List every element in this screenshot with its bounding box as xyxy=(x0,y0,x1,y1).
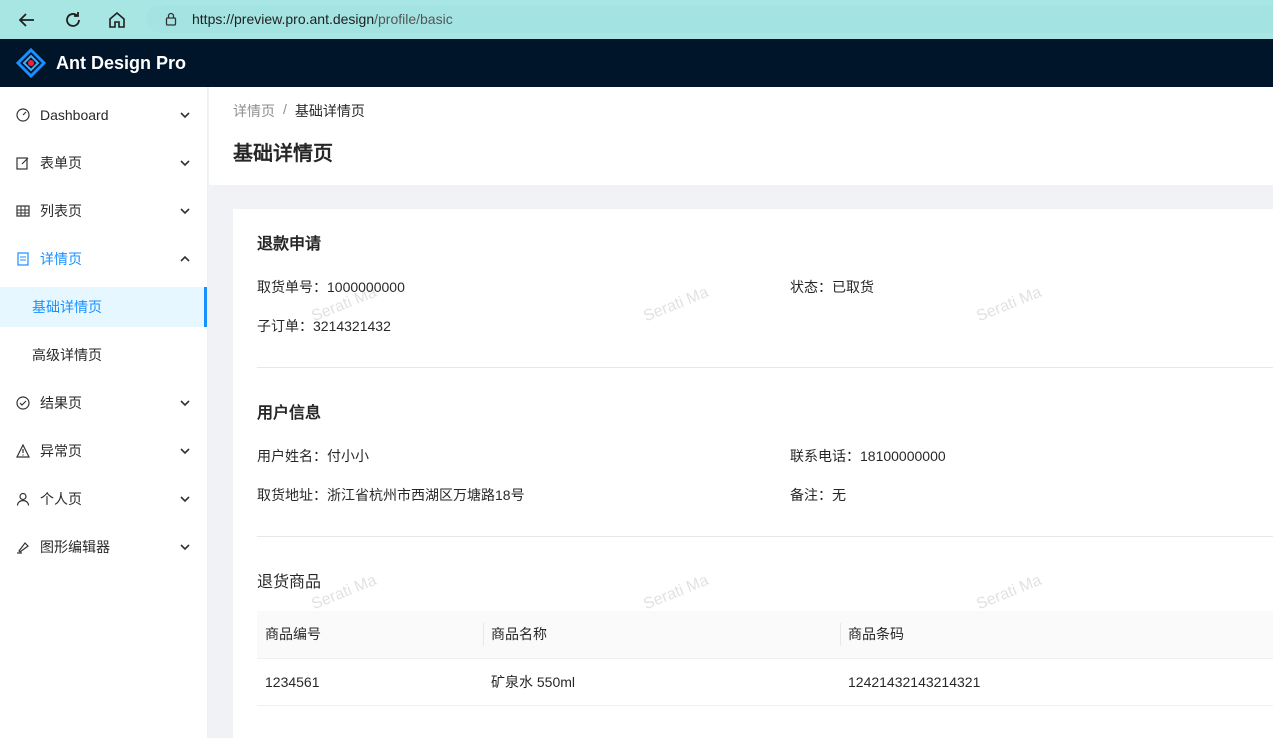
home-button[interactable] xyxy=(102,5,132,35)
sidebar-subitem-basic-profile[interactable]: 基础详情页 xyxy=(0,287,207,327)
sidebar-item-result[interactable]: 结果页 xyxy=(0,383,207,423)
back-button[interactable] xyxy=(12,5,42,35)
sidebar-item-exception[interactable]: 异常页 xyxy=(0,431,207,471)
chevron-down-icon xyxy=(180,160,190,167)
column-header-goods-barcode: 商品条码 xyxy=(840,611,1273,659)
page-header: 详情页 / 基础详情页 基础详情页 xyxy=(209,87,1273,185)
breadcrumb-separator: / xyxy=(283,101,287,117)
url-host: https://preview.pro.ant.design xyxy=(192,11,375,27)
sidebar-item-account[interactable]: 个人页 xyxy=(0,479,207,519)
table-header-row: 商品编号 商品名称 商品条码 xyxy=(257,611,1273,659)
sidebar-item-label: 异常页 xyxy=(40,443,82,459)
cell-goods-id: 1234561 xyxy=(257,658,483,706)
chevron-down-icon xyxy=(180,496,190,503)
section-divider xyxy=(257,367,1273,368)
dashboard-icon xyxy=(16,108,30,122)
sidebar-item-label: 图形编辑器 xyxy=(40,539,110,555)
user-icon xyxy=(16,492,30,506)
home-icon xyxy=(109,11,125,28)
table-icon xyxy=(16,204,30,218)
user-name: 用户姓名：付小小 xyxy=(257,448,369,464)
sidebar-item-label: Dashboard xyxy=(40,107,109,123)
user-section-title: 用户信息 xyxy=(257,405,322,422)
column-header-goods-id: 商品编号 xyxy=(257,611,483,659)
goods-section-title: 退货商品 xyxy=(257,574,322,591)
sidebar-item-label: 表单页 xyxy=(40,155,82,171)
sidebar-item-editor[interactable]: 图形编辑器 xyxy=(0,527,207,567)
chevron-down-icon xyxy=(180,448,190,455)
highlight-icon xyxy=(16,540,30,554)
refund-descriptions: 取货单号：1000000000 状态：已取货 子订单：3214321432 xyxy=(257,269,1273,347)
sidebar-item-dashboard[interactable]: Dashboard xyxy=(0,95,207,135)
chevron-down-icon xyxy=(180,112,190,119)
user-phone: 联系电话：18100000000 xyxy=(790,448,946,464)
app-header: Ant Design Pro xyxy=(0,39,1273,87)
pickup-number: 取货单号：1000000000 xyxy=(257,279,405,295)
chevron-down-icon xyxy=(180,208,190,215)
user-remark: 备注：无 xyxy=(790,487,846,503)
check-circle-icon xyxy=(16,396,30,410)
ant-design-logo-icon[interactable] xyxy=(16,48,46,78)
sidebar-item-profile[interactable]: 详情页 xyxy=(0,239,207,279)
warning-icon xyxy=(16,444,30,458)
breadcrumb-current: 基础详情页 xyxy=(294,103,365,119)
goods-table: 商品编号 商品名称 商品条码 1234561 矿泉水 550ml 1242143… xyxy=(257,611,1273,706)
cell-goods-name: 矿泉水 550ml xyxy=(483,658,840,706)
refund-section-title: 退款申请 xyxy=(257,236,322,253)
breadcrumb: 详情页 / 基础详情页 xyxy=(233,101,1249,121)
sidebar-item-form[interactable]: 表单页 xyxy=(0,143,207,183)
address-bar[interactable]: https://preview.pro.ant.design/profile/b… xyxy=(146,5,1273,33)
sidebar-subitem-advanced-profile[interactable]: 高级详情页 xyxy=(0,335,207,375)
profile-icon xyxy=(16,252,30,266)
arrow-left-icon xyxy=(18,12,34,27)
chevron-up-icon xyxy=(180,255,190,262)
reload-icon xyxy=(66,11,80,27)
sidebar-menu: Dashboard 表单页 列表页 详情页 基础详情页 高级详情页 结果页 异常… xyxy=(0,87,208,738)
form-icon xyxy=(16,156,30,170)
url-text: https://preview.pro.ant.design/profile/b… xyxy=(192,11,453,27)
section-divider xyxy=(257,536,1273,537)
browser-toolbar: https://preview.pro.ant.design/profile/b… xyxy=(0,0,1273,39)
content-card: 退款申请 取货单号：1000000000 状态：已取货 子订单：32143214… xyxy=(233,209,1273,738)
sidebar-item-label: 结果页 xyxy=(40,395,82,411)
lock-icon xyxy=(165,12,177,26)
cell-goods-barcode: 12421432143214321 xyxy=(840,658,1273,706)
pickup-address: 取货地址：浙江省杭州市西湖区万塘路18号 xyxy=(257,487,525,503)
chevron-down-icon xyxy=(180,544,190,551)
column-header-goods-name: 商品名称 xyxy=(483,611,840,659)
sidebar-item-label: 列表页 xyxy=(40,203,82,219)
sidebar-item-label: 个人页 xyxy=(40,491,82,507)
sidebar-item-label: 详情页 xyxy=(40,251,82,267)
table-row: 1234561 矿泉水 550ml 12421432143214321 xyxy=(257,658,1273,706)
sub-order: 子订单：3214321432 xyxy=(257,318,391,334)
user-descriptions: 用户姓名：付小小 联系电话：18100000000 取货地址：浙江省杭州市西湖区… xyxy=(257,438,1273,516)
breadcrumb-parent[interactable]: 详情页 xyxy=(233,101,275,121)
sidebar-item-list[interactable]: 列表页 xyxy=(0,191,207,231)
app-title[interactable]: Ant Design Pro xyxy=(56,53,186,74)
url-path: /profile/basic xyxy=(374,11,453,27)
refund-status: 状态：已取货 xyxy=(790,279,874,295)
page-title: 基础详情页 xyxy=(233,143,333,165)
reload-button[interactable] xyxy=(58,5,88,35)
chevron-down-icon xyxy=(180,400,190,407)
